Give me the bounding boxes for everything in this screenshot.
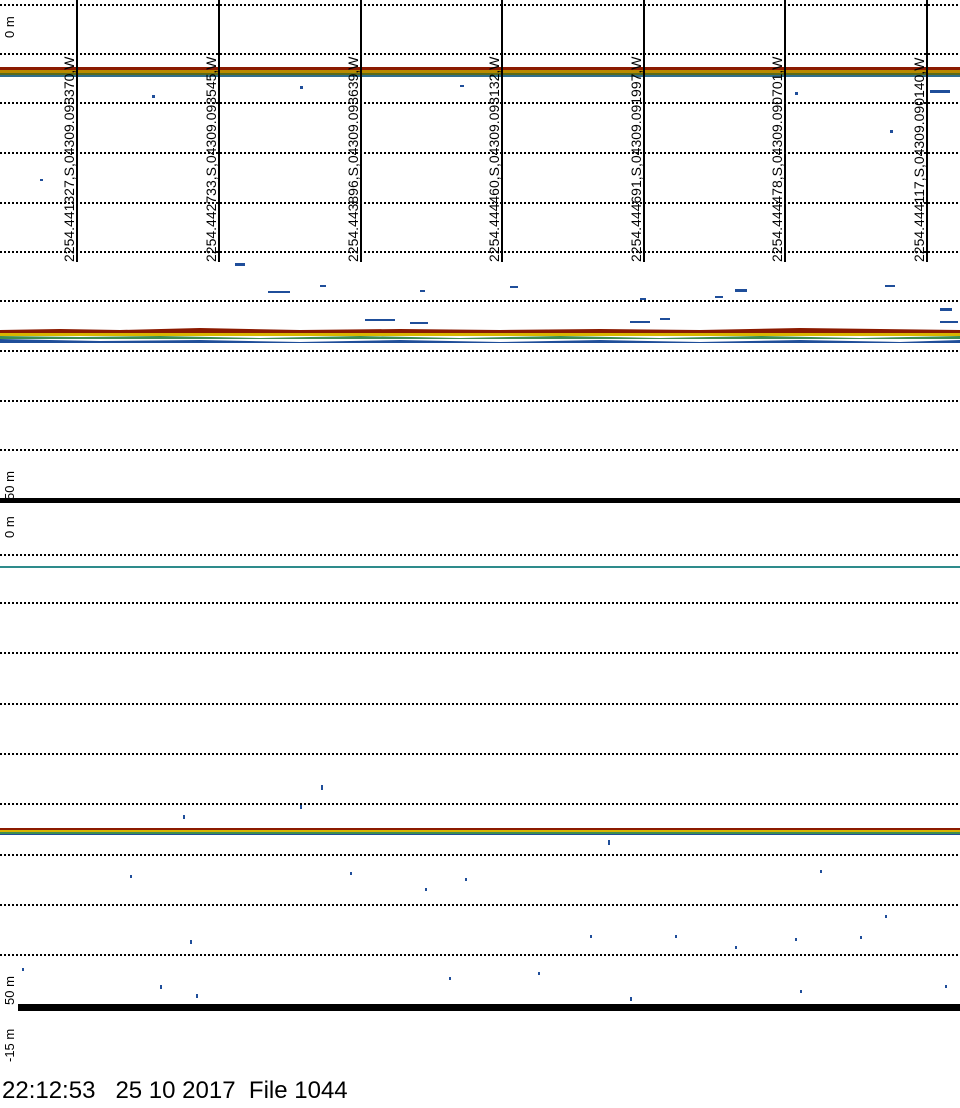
- echogram-display: 2254.441327,S,04309.093370,W 2254.442733…: [0, 0, 960, 1062]
- position-labels: 2254.441327,S,04309.093370,W 2254.442733…: [61, 56, 927, 262]
- footer-file: File 1044: [248, 1077, 348, 1104]
- depth-label-offset: -15 m: [2, 1029, 17, 1062]
- bottom-surface-line: [0, 566, 960, 568]
- position-label: 2254.443896,S,04309.093639,W: [345, 56, 361, 262]
- position-label: 2254.442733,S,04309.093545,W: [203, 56, 219, 262]
- bottom-bottom-echo: [0, 828, 960, 835]
- panel-divider: [0, 498, 960, 503]
- position-label: 2254.444460,S,04309.093132,W: [486, 56, 502, 262]
- position-label: 2254.444117,S,04309.090140,W: [911, 57, 927, 262]
- bottom-divider: [18, 1004, 960, 1011]
- top-bottom-echo: [0, 328, 960, 343]
- bottom-grid-lines: [0, 554, 960, 956]
- position-label: 2254.441327,S,04309.093370,W: [61, 56, 77, 262]
- depth-label-bottom: 50 m: [2, 471, 17, 500]
- footer-time: 22:12:53: [2, 1077, 96, 1104]
- position-label: 2254.444691,S,04309.091997,W: [628, 56, 644, 262]
- top-panel: 2254.441327,S,04309.093370,W 2254.442733…: [0, 0, 960, 500]
- bottom-panel: 0 m 50 m -15 m: [0, 516, 960, 1062]
- footer-date: 25 10 2017: [115, 1077, 236, 1104]
- top-surface-band: [0, 67, 960, 77]
- footer-status: 22:12:53 25 10 2017 File 1044: [2, 1077, 348, 1105]
- depth-label-top: 0 m: [2, 516, 17, 538]
- position-label: 2254.444478,S,04309.090701,W: [769, 56, 785, 262]
- depth-label-bottom: 50 m: [2, 976, 17, 1005]
- depth-label-top: 0 m: [2, 16, 17, 38]
- bottom-scatter-targets: [22, 785, 947, 1001]
